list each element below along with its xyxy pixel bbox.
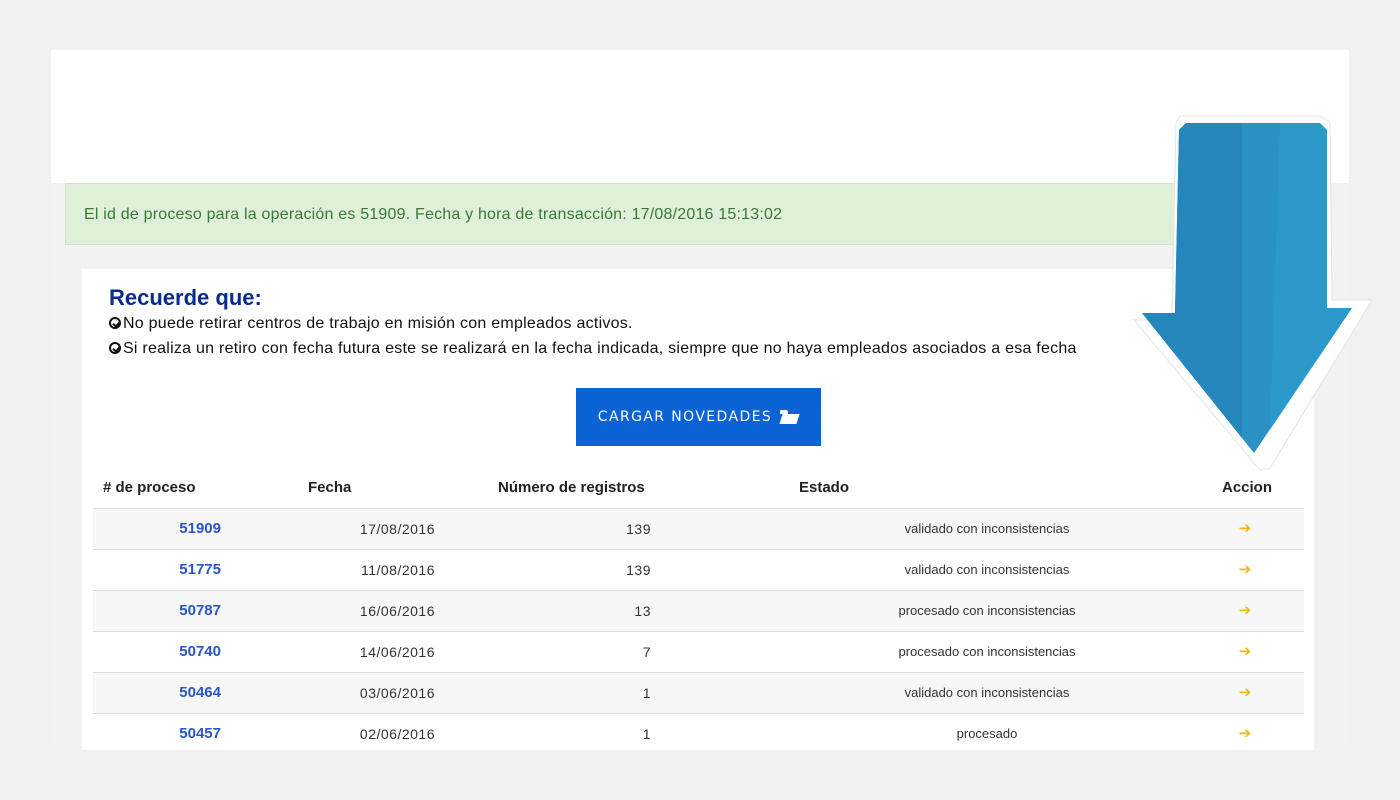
record-count: 13 [634,603,651,619]
arrow-right-icon[interactable]: ➔ [1230,550,1260,590]
process-status: procesado con inconsistencias [898,603,1076,618]
folder-open-icon [780,410,799,424]
reminder-item-text: Si realiza un retiro con fecha futura es… [123,340,1077,357]
header-status: Estado [799,479,850,496]
check-circle-icon [109,342,121,354]
process-status: validado con inconsistencias [904,562,1070,577]
table-row: 50464 03/06/2016 1 validado con inconsis… [93,672,1304,713]
table-row: 50787 16/06/2016 13 procesado con incons… [93,590,1304,631]
process-status: procesado [956,726,1018,741]
header-records: Número de registros [498,479,645,496]
record-count: 7 [642,644,651,660]
table-row: 51775 11/08/2016 139 validado con incons… [93,549,1304,590]
table-row: 50740 14/06/2016 7 procesado con inconsi… [93,631,1304,672]
record-count: 1 [642,685,651,701]
record-count: 139 [626,521,651,537]
table-row: 50457 02/06/2016 1 procesado ➔ [93,713,1304,750]
record-count: 139 [626,562,651,578]
header-action: Accion [1222,479,1273,496]
header-date: Fecha [308,479,352,496]
process-status: validado con inconsistencias [904,521,1070,536]
arrow-right-icon[interactable]: ➔ [1230,591,1260,631]
header-process-id: # de proceso [103,479,196,496]
arrow-right-icon[interactable]: ➔ [1230,673,1260,713]
reminder-title: Recuerde que: [109,285,262,310]
arrow-right-icon[interactable]: ➔ [1230,632,1260,672]
table-row: 51909 17/08/2016 139 validado con incons… [93,508,1304,549]
arrow-right-icon[interactable]: ➔ [1230,509,1260,549]
check-circle-icon [109,317,121,329]
record-count: 1 [642,726,651,742]
upload-novedades-button[interactable]: CARGAR NOVEDADES [576,388,821,446]
upload-button-label: CARGAR NOVEDADES [597,409,773,425]
arrow-right-icon[interactable]: ➔ [1230,714,1260,750]
down-arrow-icon [1132,115,1373,471]
reminder-item: No puede retirar centros de trabajo en m… [109,315,633,333]
process-status: validado con inconsistencias [904,685,1070,700]
process-status: procesado con inconsistencias [898,644,1076,659]
reminder-item-text: No puede retirar centros de trabajo en m… [123,315,633,332]
process-table-body: 51909 17/08/2016 139 validado con incons… [93,508,1304,750]
reminder-item: Si realiza un retiro con fecha futura es… [109,340,1077,358]
alert-message: El id de proceso para la operación es 51… [84,206,783,223]
